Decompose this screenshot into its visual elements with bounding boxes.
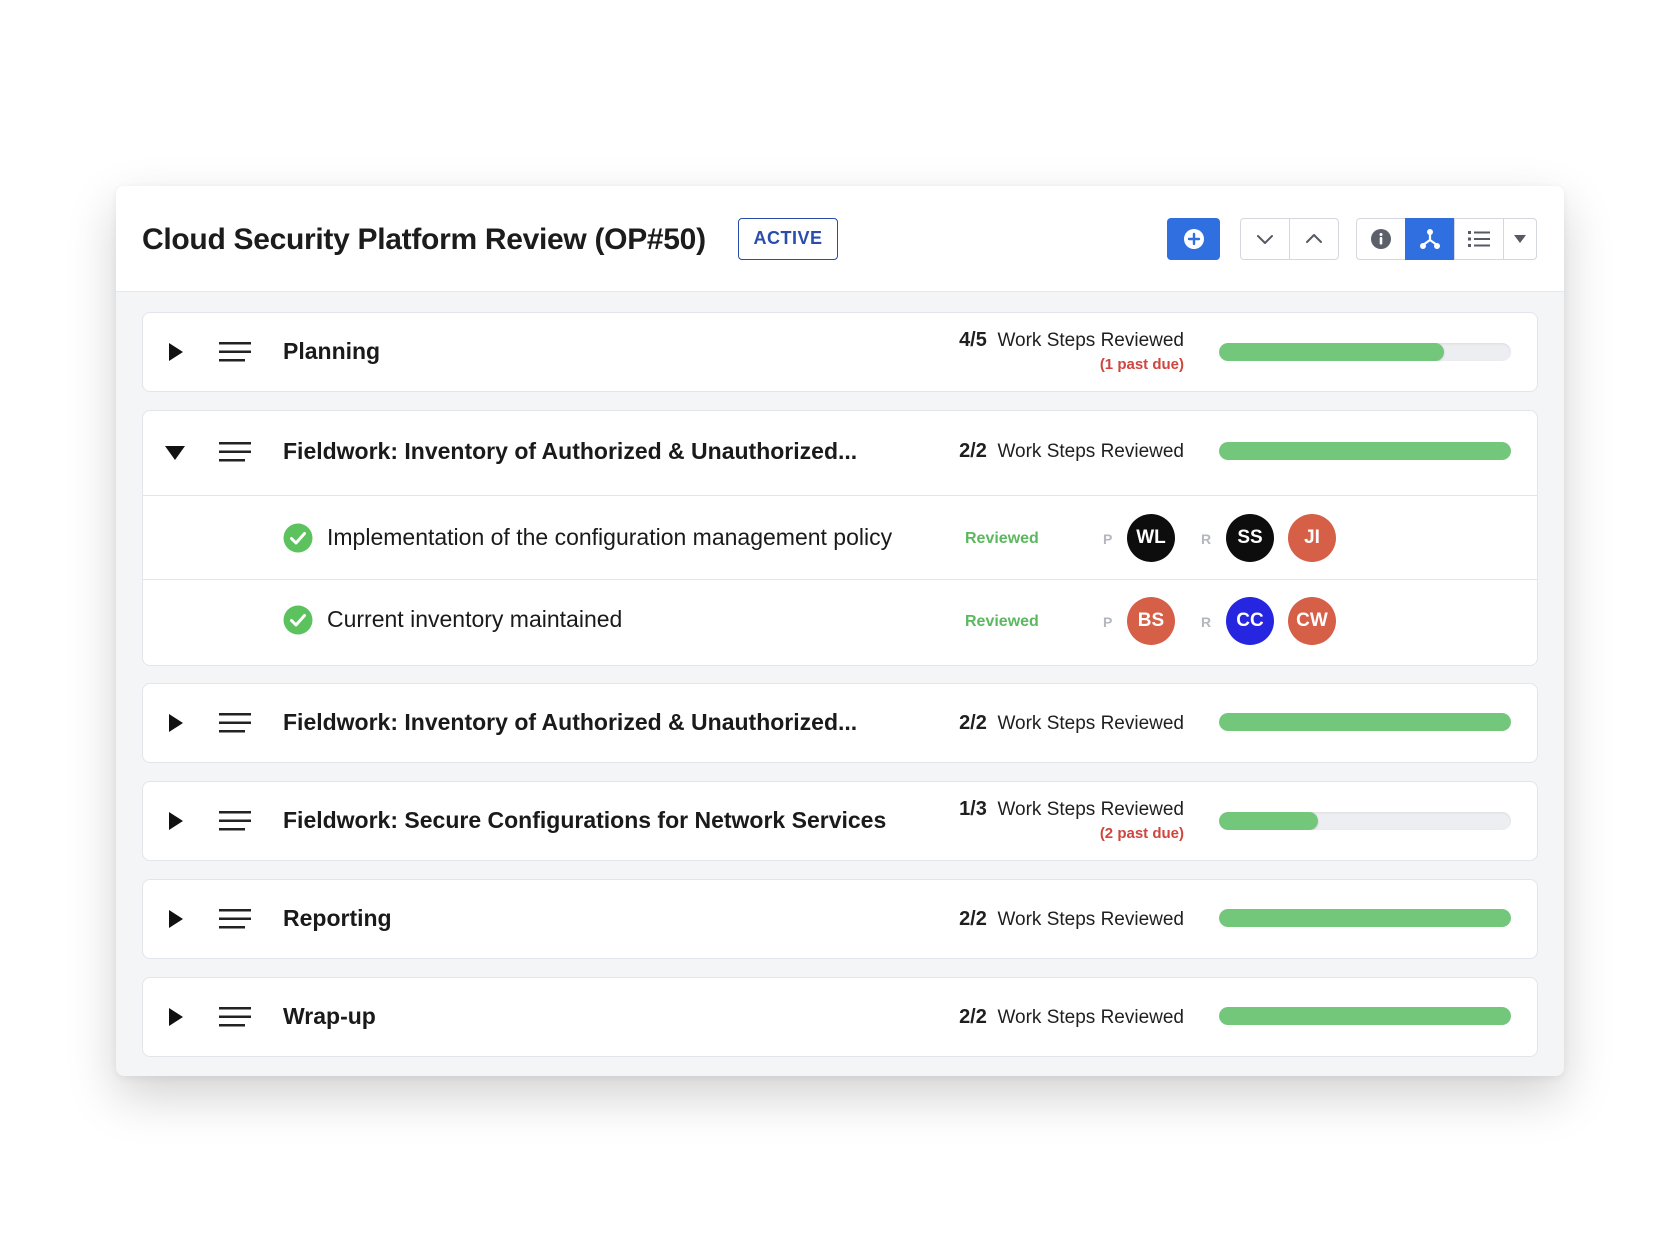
progress-count: 2/2: [959, 1006, 987, 1028]
section-header[interactable]: Fieldwork: Inventory of Authorized & Una…: [143, 411, 1537, 495]
work-step-row[interactable]: Implementation of the configuration mana…: [143, 495, 1537, 579]
progress-summary: 4/5 Work Steps Reviewed: [959, 329, 1184, 352]
progress-label: Work Steps Reviewed: [997, 441, 1184, 462]
hierarchy-icon: [1420, 229, 1440, 249]
progress-summary: 2/2 Work Steps Reviewed: [959, 712, 1184, 735]
past-due-note: (1 past due): [1099, 356, 1184, 373]
progress-bar: [1219, 713, 1511, 731]
avatar[interactable]: SS: [1226, 514, 1274, 562]
caret-down-icon[interactable]: [163, 441, 187, 465]
page-title: Cloud Security Platform Review (OP#50): [142, 223, 706, 256]
caret-right-icon[interactable]: [165, 809, 187, 833]
progress-count: 1/3: [959, 798, 987, 820]
section-header[interactable]: Fieldwork: Secure Configurations for Net…: [143, 782, 1537, 860]
progress-label: Work Steps Reviewed: [997, 909, 1184, 930]
progress-bar: [1219, 1007, 1511, 1025]
progress-summary: 2/2 Work Steps Reviewed: [959, 1006, 1184, 1029]
info-button[interactable]: [1356, 218, 1406, 260]
progress-bar: [1219, 812, 1511, 830]
view-options-dropdown[interactable]: [1503, 218, 1537, 260]
past-due-note: (2 past due): [1099, 825, 1184, 842]
caret-right-icon[interactable]: [165, 907, 187, 931]
work-step-row[interactable]: Current inventory maintained Reviewed P …: [143, 579, 1537, 663]
chevron-down-icon: [1257, 235, 1273, 244]
status-badge: ACTIVE: [738, 218, 838, 260]
chevron-up-icon: [1306, 234, 1322, 243]
description-icon: [219, 713, 251, 733]
list-icon: [1468, 231, 1490, 247]
reviewer-label: R: [1201, 531, 1212, 547]
work-step-title[interactable]: Implementation of the configuration mana…: [327, 524, 892, 551]
progress-summary: 2/2 Work Steps Reviewed: [959, 440, 1184, 463]
progress-bar-fill: [1219, 1007, 1511, 1025]
collapse-all-button[interactable]: [1240, 218, 1290, 260]
avatar[interactable]: JI: [1288, 514, 1336, 562]
caret-down-icon: [1514, 235, 1526, 243]
caret-right-icon[interactable]: [165, 1005, 187, 1029]
section-header[interactable]: Wrap-up 2/2 Work Steps Reviewed: [143, 978, 1537, 1056]
section-title[interactable]: Reporting: [283, 905, 392, 932]
progress-bar: [1219, 343, 1511, 361]
avatar[interactable]: BS: [1127, 597, 1175, 645]
progress-count: 2/2: [959, 908, 987, 930]
progress-count: 2/2: [959, 712, 987, 734]
description-icon: [219, 342, 251, 362]
section-header[interactable]: Reporting 2/2 Work Steps Reviewed: [143, 880, 1537, 958]
preparer-label: P: [1103, 531, 1113, 547]
progress-count: 2/2: [959, 440, 987, 462]
preparer-label: P: [1103, 614, 1113, 630]
avatar[interactable]: CW: [1288, 597, 1336, 645]
progress-label: Work Steps Reviewed: [997, 799, 1184, 820]
info-icon: [1371, 229, 1391, 249]
progress-summary: 2/2 Work Steps Reviewed: [959, 908, 1184, 931]
avatar[interactable]: WL: [1127, 514, 1175, 562]
progress-bar-fill: [1219, 812, 1319, 830]
progress-bar: [1219, 442, 1511, 460]
caret-right-icon[interactable]: [165, 711, 187, 735]
panel-header: Cloud Security Platform Review (OP#50) A…: [116, 186, 1564, 292]
check-circle-icon: [283, 605, 313, 635]
avatar[interactable]: CC: [1226, 597, 1274, 645]
step-status: Reviewed: [965, 530, 1039, 547]
section-row-expanded: Fieldwork: Inventory of Authorized & Una…: [142, 410, 1538, 666]
section-row: Fieldwork: Inventory of Authorized & Una…: [142, 683, 1538, 763]
description-icon: [219, 1007, 251, 1027]
section-title[interactable]: Fieldwork: Inventory of Authorized & Una…: [283, 709, 857, 736]
section-row: Reporting 2/2 Work Steps Reviewed: [142, 879, 1538, 959]
list-view-button[interactable]: [1454, 218, 1504, 260]
expand-all-button[interactable]: [1289, 218, 1339, 260]
plus-circle-icon: [1183, 229, 1204, 249]
progress-bar-fill: [1219, 442, 1511, 460]
progress-count: 4/5: [959, 329, 987, 351]
work-step-title[interactable]: Current inventory maintained: [327, 606, 622, 633]
check-circle-icon: [283, 523, 313, 553]
engagement-panel: Cloud Security Platform Review (OP#50) A…: [116, 186, 1564, 1076]
progress-summary: 1/3 Work Steps Reviewed: [959, 798, 1184, 821]
progress-bar: [1219, 909, 1511, 927]
section-title[interactable]: Planning: [283, 338, 380, 365]
description-icon: [219, 909, 251, 929]
section-header[interactable]: Fieldwork: Inventory of Authorized & Una…: [143, 684, 1537, 762]
progress-bar-fill: [1219, 343, 1444, 361]
section-row: Fieldwork: Secure Configurations for Net…: [142, 781, 1538, 861]
section-title[interactable]: Wrap-up: [283, 1003, 376, 1030]
description-icon: [219, 811, 251, 831]
step-status: Reviewed: [965, 613, 1039, 630]
caret-right-icon[interactable]: [165, 340, 187, 364]
progress-label: Work Steps Reviewed: [997, 713, 1184, 734]
description-icon: [219, 442, 251, 462]
section-title[interactable]: Fieldwork: Secure Configurations for Net…: [283, 807, 886, 834]
section-header[interactable]: Planning 4/5 Work Steps Reviewed (1 past…: [143, 313, 1537, 391]
progress-label: Work Steps Reviewed: [997, 1007, 1184, 1028]
section-title[interactable]: Fieldwork: Inventory of Authorized & Una…: [283, 438, 857, 465]
progress-label: Work Steps Reviewed: [997, 330, 1184, 351]
progress-bar-fill: [1219, 909, 1511, 927]
reviewer-label: R: [1201, 614, 1212, 630]
add-button[interactable]: [1167, 218, 1220, 260]
progress-bar-fill: [1219, 713, 1511, 731]
section-row: Planning 4/5 Work Steps Reviewed (1 past…: [142, 312, 1538, 392]
section-row: Wrap-up 2/2 Work Steps Reviewed: [142, 977, 1538, 1057]
tree-view-button[interactable]: [1405, 218, 1455, 260]
